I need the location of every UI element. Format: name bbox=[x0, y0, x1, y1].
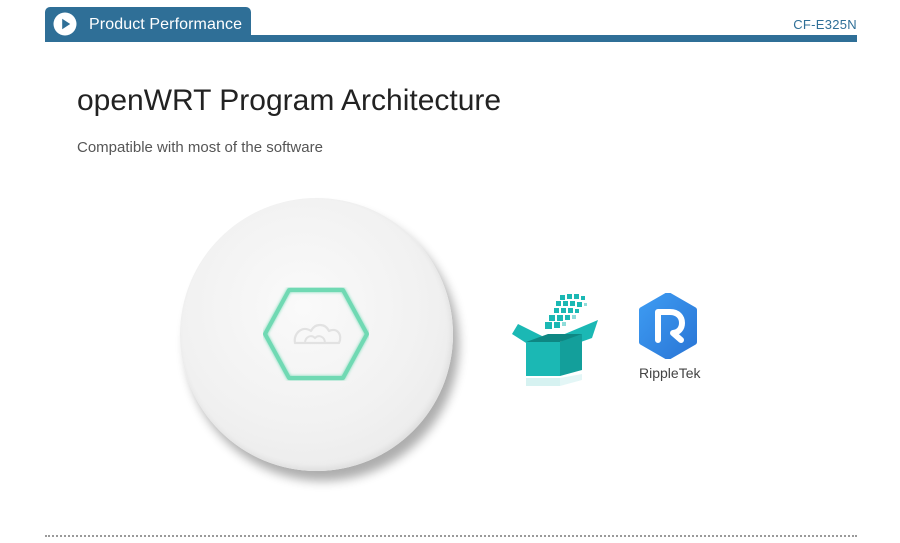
access-point-device bbox=[180, 198, 453, 471]
package-box-icon bbox=[512, 294, 598, 386]
slide: Product Performance CF-E325N openWRT Pro… bbox=[0, 0, 900, 543]
rippletek-r-icon bbox=[639, 293, 697, 359]
section-title: Product Performance bbox=[89, 16, 243, 33]
hexagon-logo-icon bbox=[263, 288, 369, 380]
page-title: openWRT Program Architecture bbox=[77, 84, 502, 117]
model-code: CF-E325N bbox=[793, 17, 857, 32]
play-circle-icon bbox=[53, 12, 77, 36]
footer-dotted-rule bbox=[45, 535, 857, 537]
section-tab: Product Performance bbox=[45, 7, 251, 42]
page-subtitle: Compatible with most of the software bbox=[77, 139, 323, 156]
rippletek-label: RippleTek bbox=[639, 365, 701, 381]
